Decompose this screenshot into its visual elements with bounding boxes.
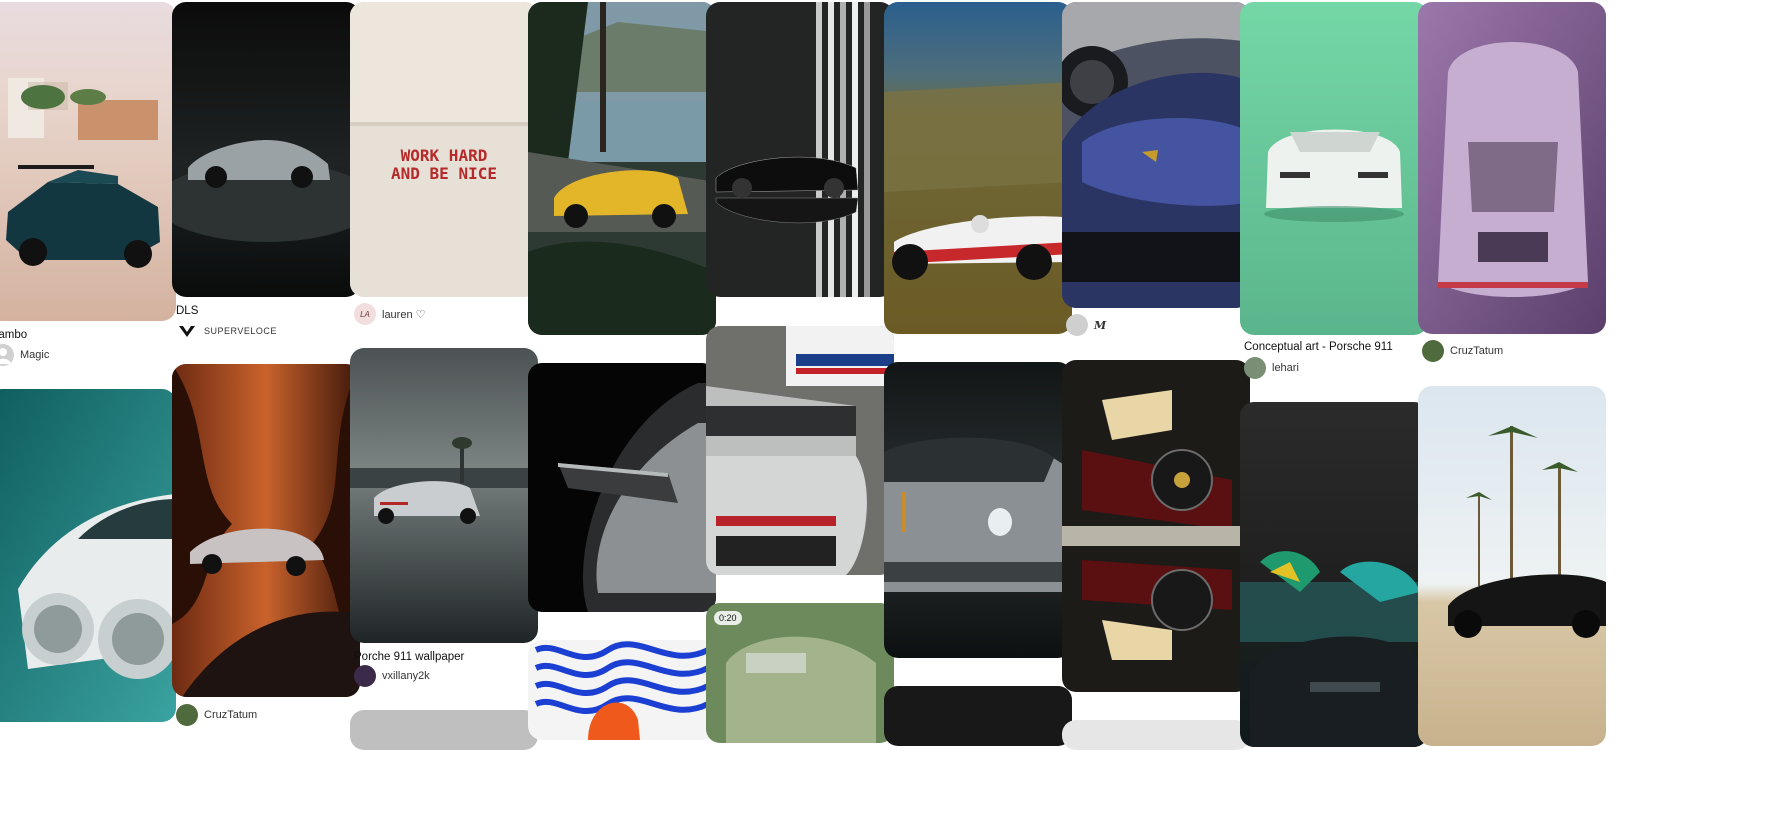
pin-image[interactable] [528, 640, 716, 740]
creator-name[interactable]: SUPERVELOCE [204, 326, 277, 336]
pin-image[interactable] [884, 362, 1072, 658]
pin-image[interactable] [706, 326, 894, 575]
pin-image[interactable] [350, 710, 538, 750]
pin-creator[interactable]: Magic [0, 343, 49, 367]
pin-image[interactable] [1062, 360, 1250, 692]
creator-initials-avatar[interactable]: LA [354, 303, 376, 325]
pin-creator[interactable]: lehari [1244, 356, 1299, 380]
pin-image[interactable] [1062, 2, 1250, 308]
superveloce-logo-icon[interactable] [176, 320, 198, 342]
creator-name[interactable]: CruzTatum [1450, 345, 1503, 357]
video-duration-badge: 0:20 [714, 611, 742, 625]
pin-image[interactable] [1418, 2, 1606, 334]
pin-image[interactable] [0, 2, 176, 321]
pin-image[interactable] [706, 2, 894, 297]
pin-image[interactable] [172, 364, 360, 697]
creator-name[interactable]: M [1094, 319, 1106, 332]
pin-image[interactable] [0, 389, 176, 722]
default-avatar-icon[interactable] [0, 344, 14, 366]
pin-image[interactable] [528, 2, 716, 335]
creator-name[interactable]: lauren ♡ [382, 308, 426, 321]
pin-title[interactable]: Porche 911 wallpaper [354, 651, 464, 663]
pin-creator[interactable]: vxillany2k [354, 664, 430, 688]
pin-title[interactable]: Conceptual art - Porsche 911 [1244, 341, 1393, 353]
pin-title[interactable]: DLS [176, 305, 198, 317]
pin-image[interactable] [350, 348, 538, 643]
pin-image[interactable] [1240, 402, 1428, 747]
image-text: WORK HARD AND BE NICE [391, 146, 497, 183]
creator-name[interactable]: vxillany2k [382, 670, 430, 682]
pin-creator[interactable]: SUPERVELOCE [176, 319, 277, 343]
pin-image[interactable] [172, 2, 360, 297]
photo-avatar[interactable] [1066, 314, 1088, 336]
photo-avatar[interactable] [354, 665, 376, 687]
pin-image[interactable]: 0:20 [706, 603, 894, 743]
pin-image[interactable] [1062, 720, 1250, 750]
pin-image[interactable] [1240, 2, 1428, 335]
creator-name[interactable]: lehari [1272, 362, 1299, 374]
creator-name[interactable]: Magic [20, 349, 49, 361]
pin-creator[interactable]: CruzTatum [1422, 339, 1503, 363]
creator-name[interactable]: CruzTatum [204, 709, 257, 721]
pin-title[interactable]: Lambo [0, 329, 27, 341]
pin-creator[interactable]: M [1066, 313, 1106, 337]
pin-creator[interactable]: LA lauren ♡ [354, 302, 426, 326]
photo-avatar[interactable] [1422, 340, 1444, 362]
pin-creator[interactable]: CruzTatum [176, 703, 257, 727]
pin-image[interactable] [884, 686, 1072, 746]
pin-image[interactable] [528, 363, 716, 612]
pin-image[interactable]: WORK HARD AND BE NICE [350, 2, 538, 297]
pin-image[interactable] [1418, 386, 1606, 746]
pin-image[interactable] [884, 2, 1072, 334]
photo-avatar[interactable] [1244, 357, 1266, 379]
photo-avatar[interactable] [176, 704, 198, 726]
